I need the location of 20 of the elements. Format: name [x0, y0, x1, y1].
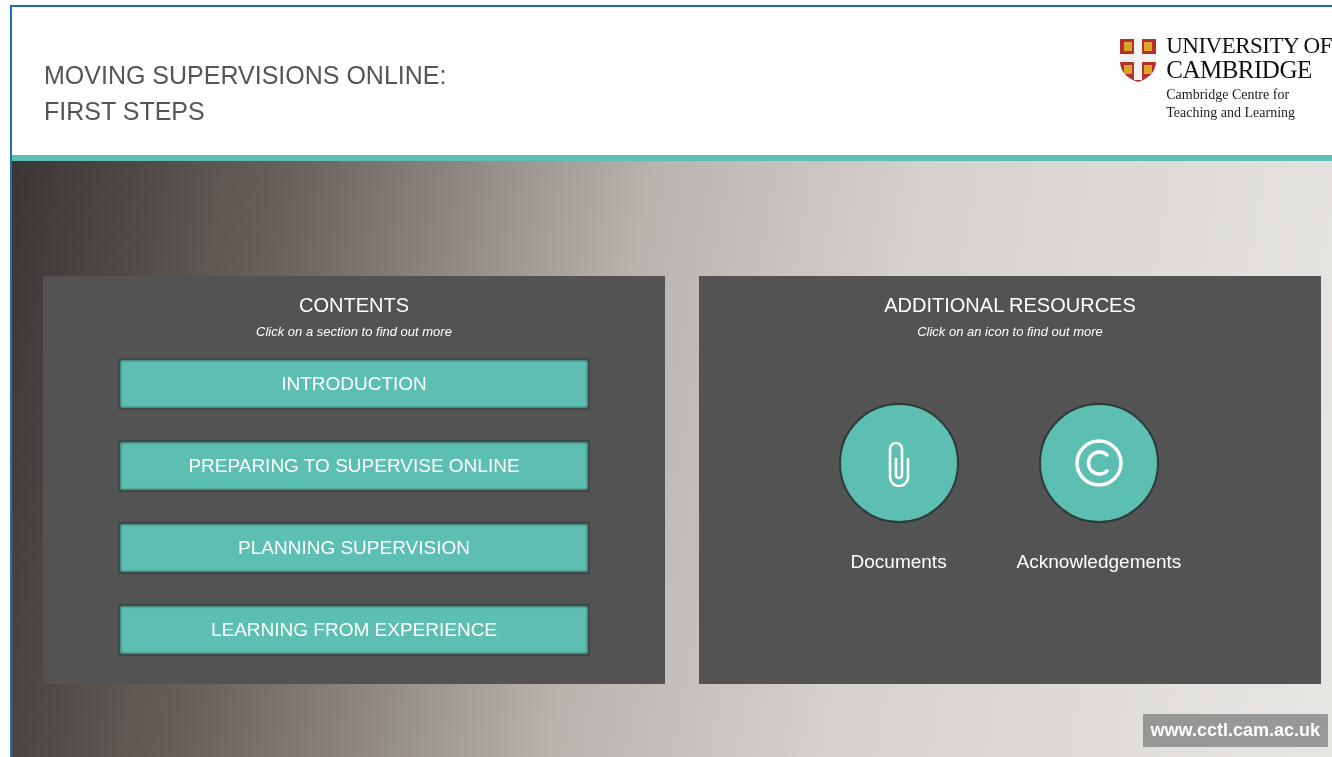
centre-name: Teaching and Learning	[1166, 104, 1297, 122]
paperclip-icon	[886, 439, 911, 487]
centre-name: Cambridge Centre for	[1166, 86, 1291, 104]
section-button[interactable]: LEARNING FROM EXPERIENCE	[118, 604, 590, 656]
university-name: UNIVERSITY OF	[1166, 35, 1332, 57]
university-name: CAMBRIDGE	[1166, 57, 1313, 82]
section-button[interactable]: INTRODUCTION	[118, 358, 590, 410]
website-url: www.cctl.cam.ac.uk	[1142, 714, 1328, 747]
section-button[interactable]: PREPARING TO SUPERVISE ONLINE	[118, 440, 590, 492]
panel-hint: Click on a section to find out more	[256, 324, 452, 339]
panel-title: CONTENTS	[299, 293, 409, 318]
panel-title: ADDITIONAL RESOURCES	[884, 293, 1136, 318]
section-button[interactable]: PLANNING SUPERVISION	[118, 522, 590, 574]
slide-title: MOVING SUPERVISIONS ONLINE:	[44, 60, 447, 91]
resource-label[interactable]: Acknowledgements	[1016, 551, 1182, 573]
slide-title: FIRST STEPS	[44, 96, 206, 127]
resource-label[interactable]: Documents	[850, 551, 947, 573]
crest-icon	[1118, 37, 1159, 83]
copyright-icon	[1074, 438, 1124, 488]
panel-hint: Click on an icon to find out more	[917, 324, 1103, 339]
